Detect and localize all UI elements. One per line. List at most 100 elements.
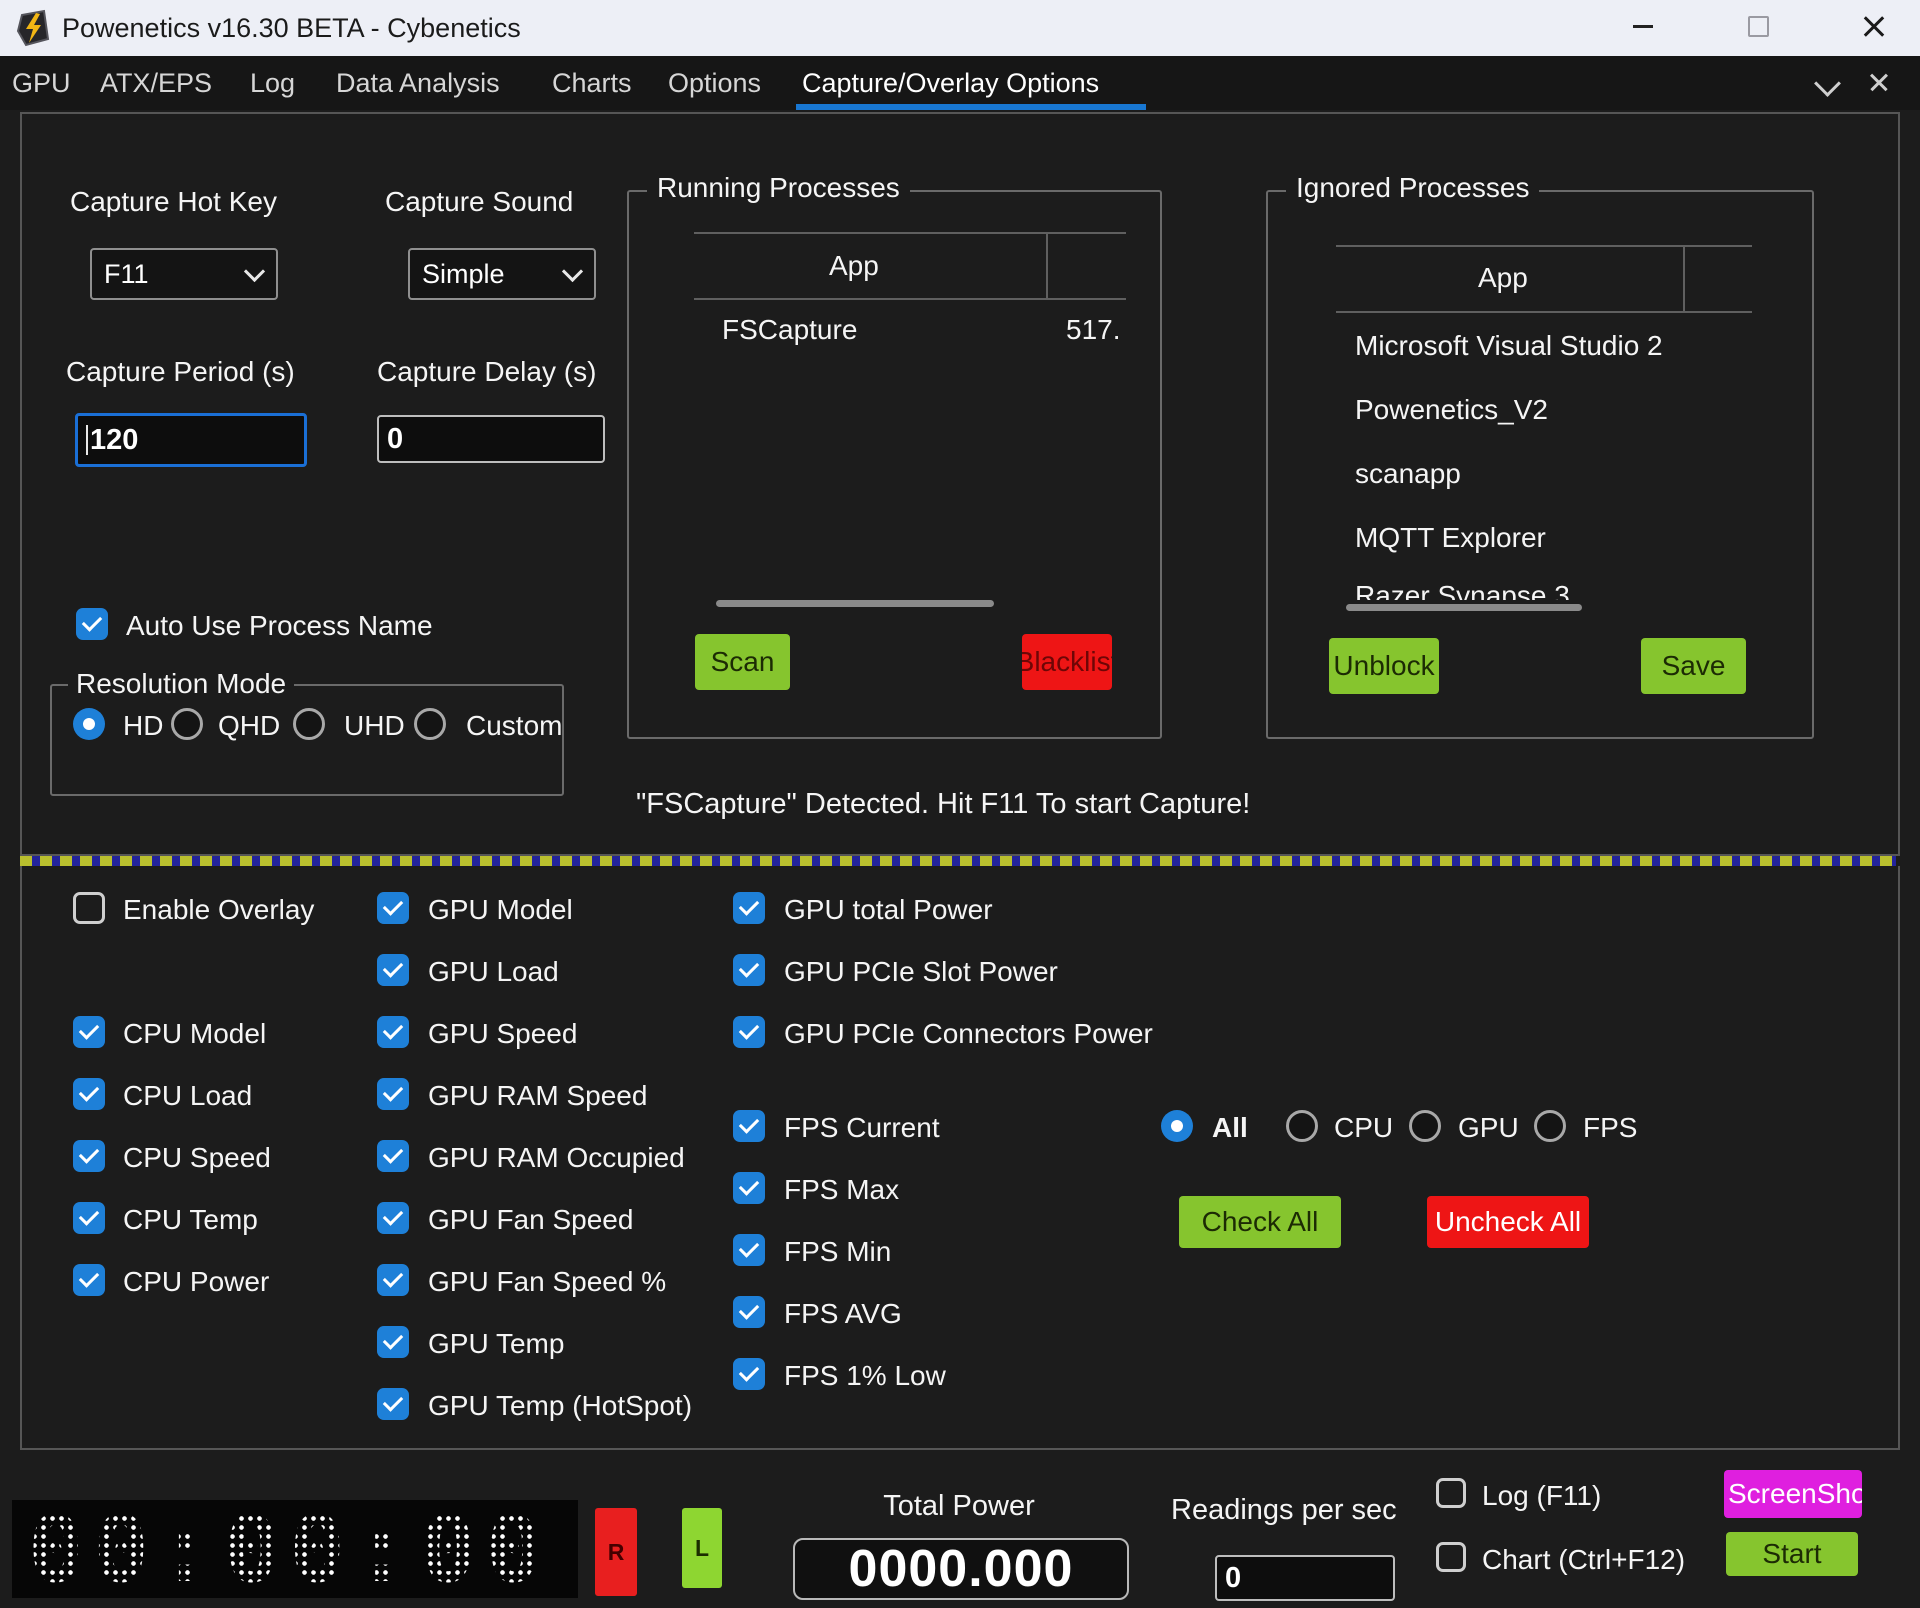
capture-period-input[interactable]: 120	[75, 413, 307, 467]
capture-sound-value: Simple	[422, 259, 505, 290]
overlay-label-gpu-ram-speed: GPU RAM Speed	[428, 1080, 647, 1112]
resolution-radio-qhd[interactable]	[171, 708, 203, 740]
capture-delay-input[interactable]: 0	[377, 415, 605, 463]
overlay-checkbox-cpu-power[interactable]	[73, 1264, 105, 1296]
overlay-checkbox-gpu-ram-speed[interactable]	[377, 1078, 409, 1110]
tab-options[interactable]: Options	[668, 56, 761, 110]
tabbar-close-icon[interactable]	[1868, 70, 1892, 94]
overlay-options-panel	[20, 866, 1900, 1450]
ignored-processes-group-label: Ignored Processes	[1286, 172, 1539, 204]
blacklist-button[interactable]: Blacklist	[1022, 634, 1112, 690]
overlay-checkbox-fps-avg[interactable]	[733, 1296, 765, 1328]
maximize-button[interactable]	[1735, 8, 1781, 44]
close-icon	[1861, 14, 1885, 38]
chevron-down-icon	[244, 261, 265, 282]
start-button[interactable]: Start	[1726, 1532, 1858, 1576]
overlay-label-gpu-speed: GPU Speed	[428, 1018, 577, 1050]
overlay-checkbox-gpu-ram-occupied[interactable]	[377, 1140, 409, 1172]
running-list-hscrollbar[interactable]	[716, 600, 994, 607]
overlay-checkbox-fps-1pct-low[interactable]	[733, 1358, 765, 1390]
enable-overlay-label: Enable Overlay	[123, 894, 314, 926]
enable-overlay-checkbox[interactable]	[73, 892, 105, 924]
resolution-radio-uhd[interactable]	[293, 708, 325, 740]
ignored-processes-group: Ignored Processes App Microsoft Visual S…	[1266, 190, 1814, 739]
overlay-checkbox-fps-current[interactable]	[733, 1110, 765, 1142]
auto-use-process-checkbox[interactable]	[76, 608, 108, 640]
overlay-checkbox-cpu-speed[interactable]	[73, 1140, 105, 1172]
table-column-divider	[1683, 245, 1685, 311]
l-button[interactable]: L	[682, 1508, 722, 1588]
total-power-value: 0000.000	[849, 1539, 1074, 1599]
overlay-checkbox-fps-max[interactable]	[733, 1172, 765, 1204]
tab-capture-overlay-options[interactable]: Capture/Overlay Options	[802, 56, 1099, 110]
overlay-checkbox-cpu-model[interactable]	[73, 1016, 105, 1048]
overlay-checkbox-gpu-pcie-slot-power[interactable]	[733, 954, 765, 986]
filter-label-fps: FPS	[1583, 1112, 1637, 1144]
titlebar: Powenetics v16.30 BETA - Cybenetics	[0, 0, 1920, 57]
total-power-label: Total Power	[793, 1490, 1125, 1523]
unblock-button[interactable]: Unblock	[1329, 638, 1439, 694]
table-column-divider	[1046, 232, 1048, 298]
readings-per-sec-input[interactable]: 0	[1215, 1555, 1395, 1601]
chart-checkbox[interactable]	[1436, 1542, 1466, 1572]
tab-atx-eps[interactable]: ATX/EPS	[100, 56, 212, 110]
overlay-checkbox-cpu-temp[interactable]	[73, 1202, 105, 1234]
checkbox-unchecked-icon	[1436, 1542, 1466, 1572]
window-title: Powenetics v16.30 BETA - Cybenetics	[62, 13, 521, 44]
ignored-process-row[interactable]: Razer Synapse 3	[1355, 580, 1570, 600]
overlay-label-gpu-pcie-slot-power: GPU PCIe Slot Power	[784, 956, 1058, 988]
overlay-checkbox-gpu-total-power[interactable]	[733, 892, 765, 924]
filter-radio-gpu[interactable]	[1409, 1110, 1441, 1142]
overlay-checkbox-gpu-pcie-connectors-power[interactable]	[733, 1016, 765, 1048]
resolution-radio-custom[interactable]	[414, 708, 446, 740]
scan-button[interactable]: Scan	[695, 634, 790, 690]
overlay-checkbox-gpu-fan-speed-pct[interactable]	[377, 1264, 409, 1296]
check-all-button[interactable]: Check All	[1179, 1196, 1341, 1248]
running-process-row-app[interactable]: FSCapture	[722, 314, 857, 346]
minimize-button[interactable]	[1620, 8, 1666, 44]
overlay-checkbox-gpu-load[interactable]	[377, 954, 409, 986]
tabbar-chevron-down-icon[interactable]	[1818, 74, 1837, 93]
tab-gpu[interactable]: GPU	[12, 56, 71, 110]
save-button[interactable]: Save	[1641, 638, 1746, 694]
overlay-checkbox-gpu-speed[interactable]	[377, 1016, 409, 1048]
ignored-app-column-header[interactable]: App	[1478, 262, 1528, 294]
capture-sound-select[interactable]: Simple	[408, 248, 596, 300]
dashed-separator	[20, 856, 1896, 866]
filter-radio-cpu[interactable]	[1286, 1110, 1318, 1142]
overlay-checkbox-gpu-temp-hotspot[interactable]	[377, 1388, 409, 1420]
filter-radio-fps[interactable]	[1534, 1110, 1566, 1142]
tab-charts[interactable]: Charts	[552, 56, 632, 110]
running-processes-group: Running Processes App FSCapture 517. Sca…	[627, 190, 1162, 739]
overlay-checkbox-gpu-temp[interactable]	[377, 1326, 409, 1358]
ignored-process-row[interactable]: MQTT Explorer	[1355, 522, 1546, 554]
overlay-label-gpu-pcie-connectors-power: GPU PCIe Connectors Power	[784, 1018, 1153, 1050]
close-button[interactable]	[1850, 8, 1896, 44]
overlay-label-gpu-temp-hotspot: GPU Temp (HotSpot)	[428, 1390, 692, 1422]
overlay-checkbox-cpu-load[interactable]	[73, 1078, 105, 1110]
resolution-radio-hd[interactable]	[73, 708, 105, 740]
capture-hotkey-select[interactable]: F11	[90, 248, 278, 300]
ignored-list-hscrollbar[interactable]	[1346, 604, 1582, 611]
ignored-process-row[interactable]: scanapp	[1355, 458, 1461, 490]
running-app-column-header[interactable]: App	[829, 250, 879, 282]
filter-radio-all[interactable]	[1161, 1110, 1193, 1142]
checkbox-unchecked-icon	[73, 892, 105, 924]
r-button[interactable]: R	[595, 1508, 637, 1596]
tab-data-analysis[interactable]: Data Analysis	[336, 56, 500, 110]
screenshot-button[interactable]: ScreenShot	[1724, 1470, 1862, 1518]
overlay-checkbox-gpu-model[interactable]	[377, 892, 409, 924]
ignored-process-row[interactable]: Microsoft Visual Studio 2	[1355, 330, 1683, 362]
overlay-checkbox-gpu-fan-speed[interactable]	[377, 1202, 409, 1234]
running-process-row-pid: 517.	[1066, 314, 1126, 346]
tab-log[interactable]: Log	[250, 56, 295, 110]
overlay-checkbox-fps-min[interactable]	[733, 1234, 765, 1266]
capture-status-message: "FSCapture" Detected. Hit F11 To start C…	[636, 788, 1250, 821]
log-checkbox[interactable]	[1436, 1478, 1466, 1508]
uncheck-all-button[interactable]: Uncheck All	[1427, 1196, 1589, 1248]
ignored-process-row[interactable]: Powenetics_V2	[1355, 394, 1548, 426]
maximize-icon	[1748, 16, 1769, 37]
overlay-label-gpu-fan-speed: GPU Fan Speed	[428, 1204, 633, 1236]
capture-sound-label: Capture Sound	[385, 186, 573, 218]
overlay-label-cpu-power: CPU Power	[123, 1266, 269, 1298]
